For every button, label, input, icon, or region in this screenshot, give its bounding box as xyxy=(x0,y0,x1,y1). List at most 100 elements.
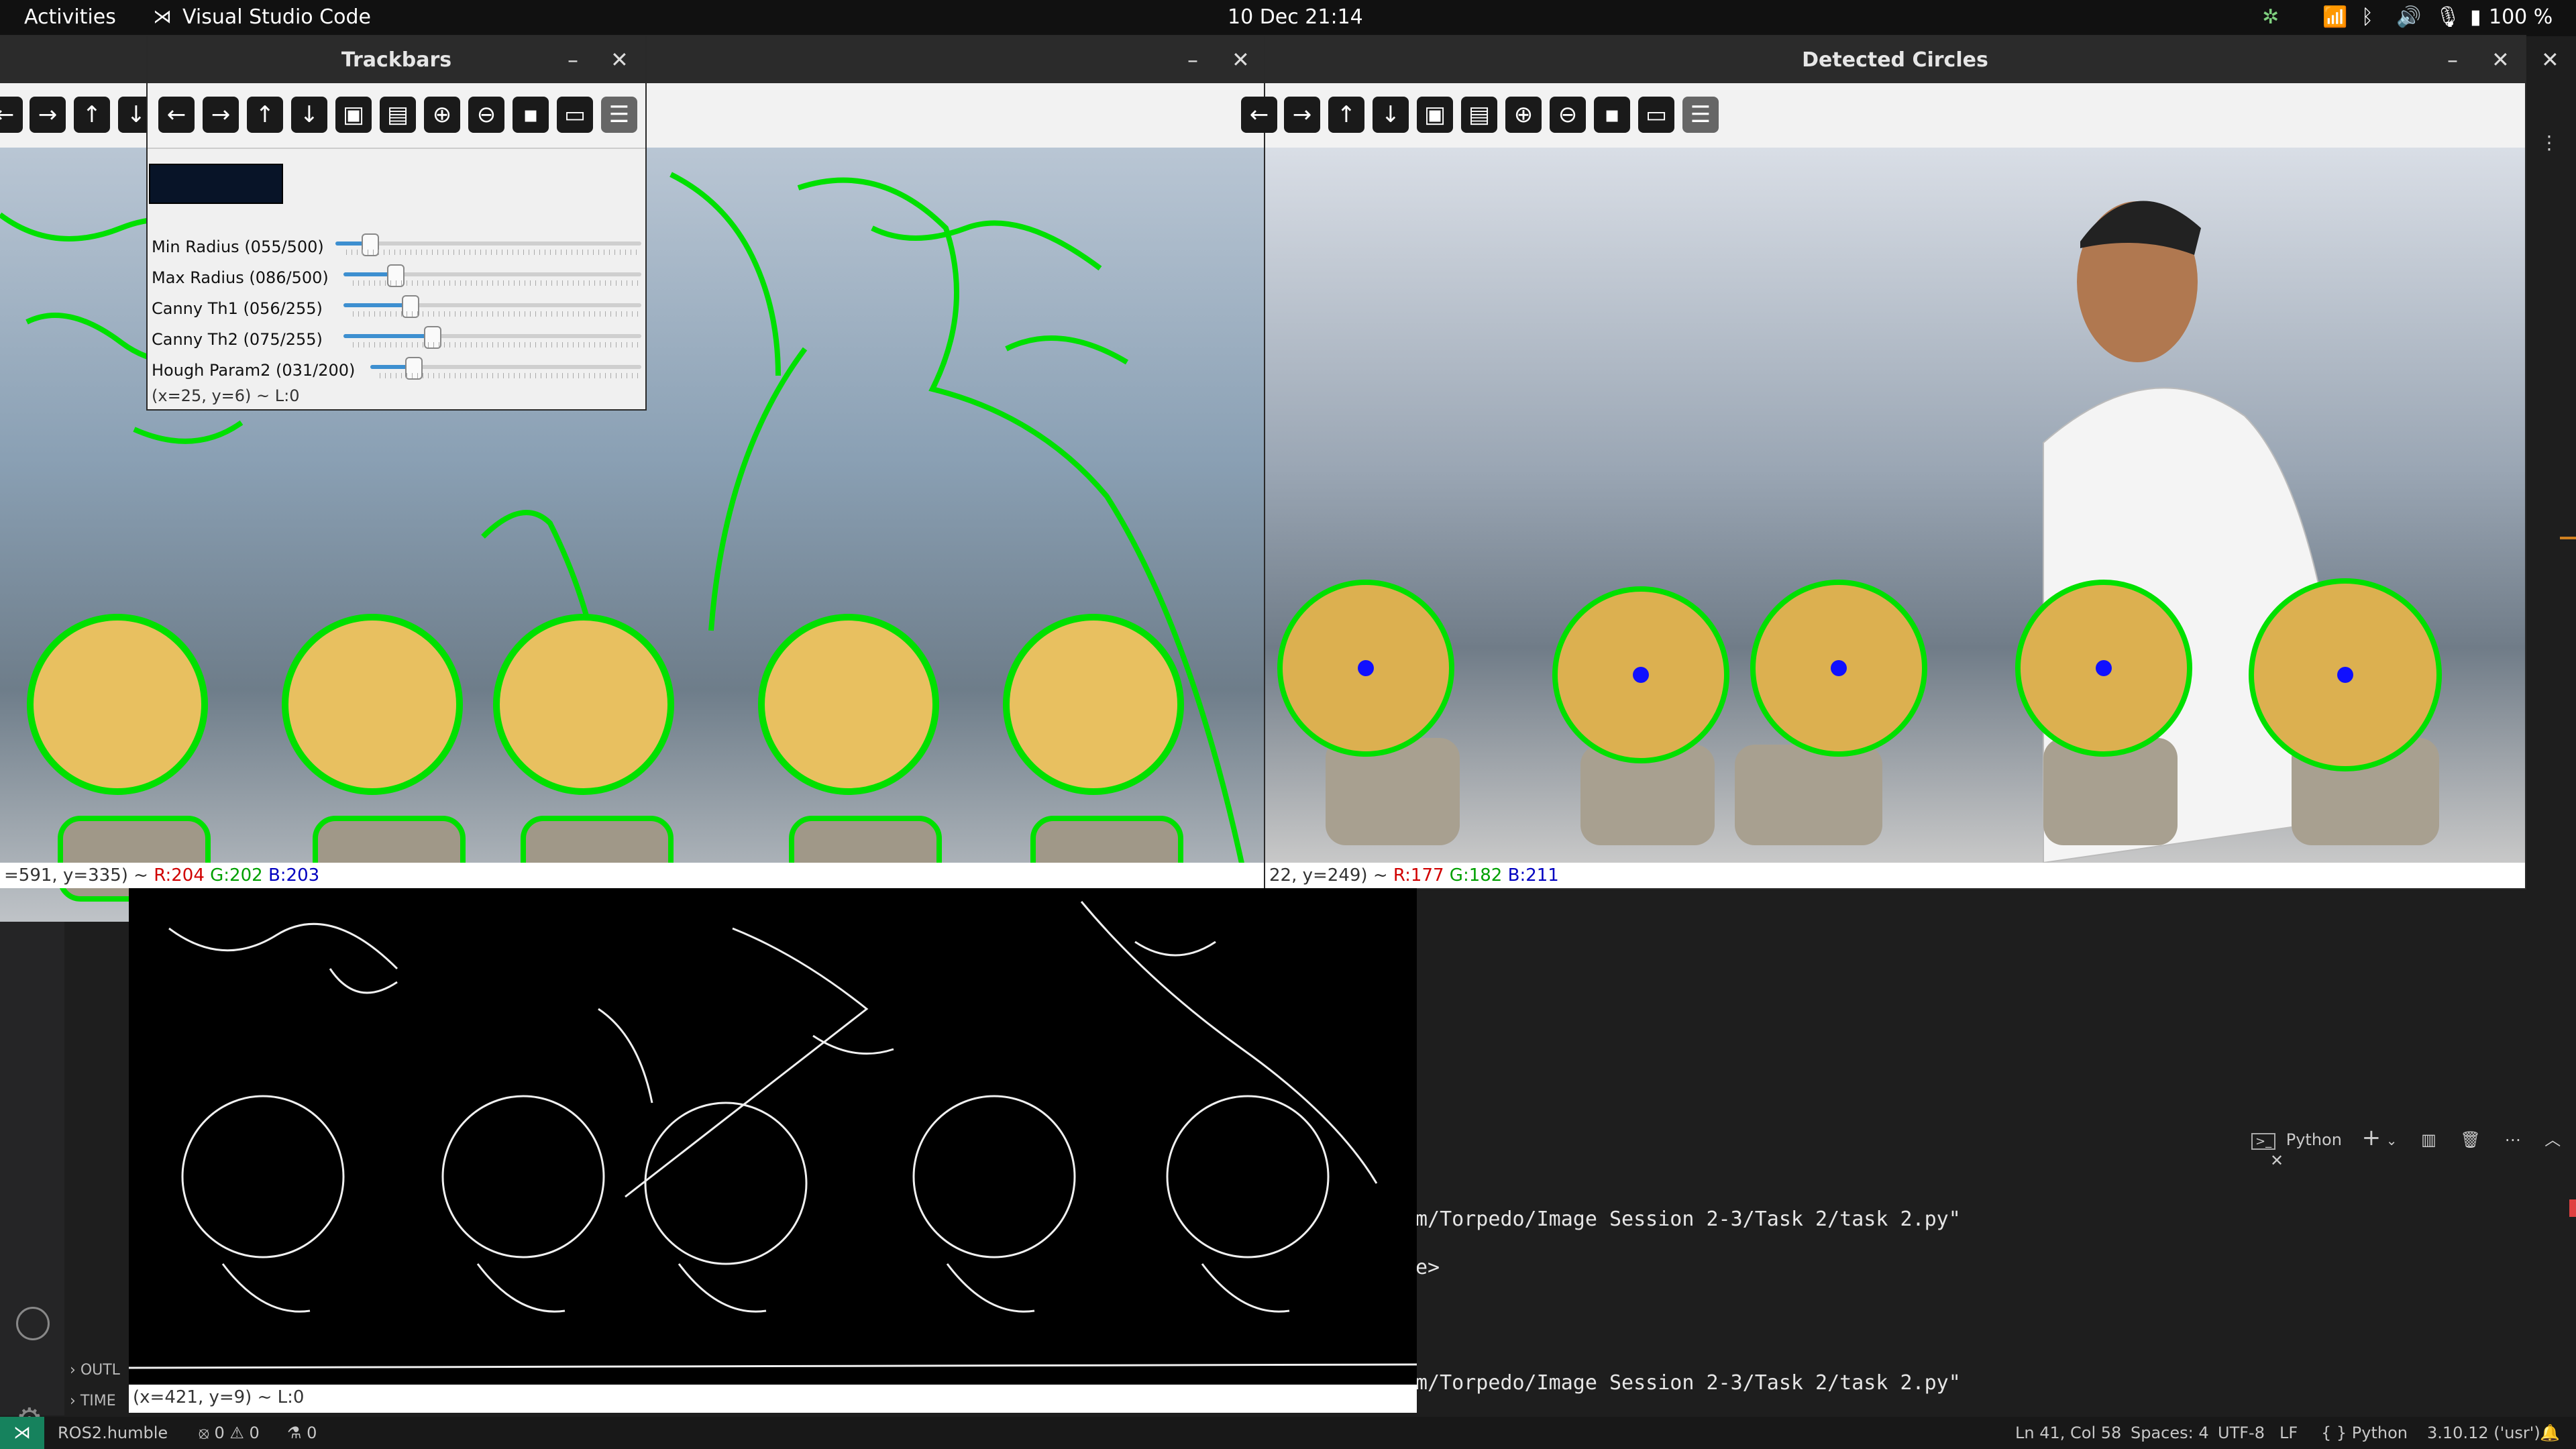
minimize-icon[interactable]: – xyxy=(568,47,578,72)
account-icon[interactable] xyxy=(16,1307,50,1340)
slider-min-radius[interactable]: Min Radius (055/500) xyxy=(152,232,641,263)
trackbars-window: Trackbars – ✕ ← → ↑ ↓ ▣ ▤ ⊕ ⊖ ▪ ▭ ☰ Min … xyxy=(148,36,645,409)
volume-icon[interactable]: 🔊 xyxy=(2396,5,2421,29)
close-panel-icon[interactable]: ✕ xyxy=(2270,1151,2284,1170)
blue-value: B:211 xyxy=(1507,865,1559,885)
close-icon[interactable]: ✕ xyxy=(2491,47,2510,72)
copy-icon[interactable]: ▭ xyxy=(1638,97,1674,133)
slider-hough-param2[interactable]: Hough Param2 (031/200) xyxy=(152,356,641,386)
zoom-in-icon[interactable]: ⊕ xyxy=(424,97,460,133)
slider-canny-th2[interactable]: Canny Th2 (075/255) xyxy=(152,325,641,356)
pixel-info-bar: =591, y=335) ~ R:204 G:202 B:203 xyxy=(0,863,1265,888)
app-name[interactable]: Visual Studio Code xyxy=(182,5,371,29)
wifi-icon[interactable]: 📶 xyxy=(2322,5,2347,29)
zoom-fit-icon[interactable]: ▣ xyxy=(335,97,372,133)
properties-icon[interactable]: ☰ xyxy=(601,97,637,133)
zoom-original-icon[interactable]: ▤ xyxy=(1461,97,1497,133)
cursor-coords: 22, y=249) ~ xyxy=(1269,865,1393,885)
indentation[interactable]: Spaces: 4 xyxy=(2131,1424,2209,1442)
line-ending[interactable]: LF xyxy=(2279,1424,2298,1442)
close-icon[interactable]: ✕ xyxy=(610,47,629,72)
detection-drawing xyxy=(1277,201,2442,863)
problems-count[interactable]: ⦻ 0 ⚠ 0 xyxy=(199,1424,260,1442)
new-terminal-icon[interactable]: + xyxy=(2362,1124,2381,1151)
pan-left-icon[interactable]: ← xyxy=(0,97,23,133)
slider-track[interactable] xyxy=(343,295,641,318)
zoom-original-icon[interactable]: ▤ xyxy=(380,97,416,133)
slider-label: Hough Param2 (031/200) xyxy=(152,361,356,380)
outline-section[interactable]: › OUTL xyxy=(70,1362,120,1379)
copy-icon[interactable]: ▭ xyxy=(557,97,593,133)
remote-name[interactable]: ROS2.humble xyxy=(58,1424,168,1442)
zoom-out-icon[interactable]: ⊖ xyxy=(1550,97,1586,133)
more-icon[interactable]: ⋯ xyxy=(2505,1130,2521,1149)
slider-ticks xyxy=(353,342,641,347)
pan-down-icon[interactable]: ↓ xyxy=(1373,97,1409,133)
trackbars-status: (x=25, y=6) ~ L:0 xyxy=(152,386,300,405)
more-icon[interactable]: ⋮ xyxy=(2540,131,2559,154)
terminal-toolbar: >_ Python + ⌄ ▥ 🗑 ⋯ ︿ ✕ xyxy=(2251,1124,2576,1170)
slider-fill xyxy=(343,303,409,307)
slider-ticks xyxy=(353,280,641,286)
terminal-line: m/Torpedo/Image Session 2-3/Task 2/task … xyxy=(1415,1208,1961,1231)
activities-button[interactable]: Activities xyxy=(24,5,116,29)
zoom-fit-icon[interactable]: ▣ xyxy=(1417,97,1453,133)
slider-track[interactable] xyxy=(335,233,641,256)
maximize-panel-icon[interactable]: ︿ xyxy=(2544,1130,2561,1149)
trackbar-preview xyxy=(149,164,283,204)
close-icon[interactable]: ✕ xyxy=(1232,47,1250,72)
slider-label: Max Radius (086/500) xyxy=(152,268,329,287)
terminal-line: m/Torpedo/Image Session 2-3/Task 2/task … xyxy=(1415,1371,1961,1395)
slider-track[interactable] xyxy=(343,264,641,287)
notifications-icon[interactable]: 🔔 xyxy=(2540,1424,2560,1442)
save-icon[interactable]: ▪ xyxy=(513,97,549,133)
pan-up-icon[interactable]: ↑ xyxy=(247,97,283,133)
green-value: G:182 xyxy=(1449,865,1503,885)
vscode-app-icon: ⋊ xyxy=(153,5,172,28)
minimize-icon[interactable]: – xyxy=(2447,47,2458,72)
language-mode[interactable]: { } Python xyxy=(2321,1424,2408,1442)
terminal-tab-label[interactable]: Python xyxy=(2286,1130,2342,1149)
red-value: R:177 xyxy=(1393,865,1444,885)
zoom-in-icon[interactable]: ⊕ xyxy=(1505,97,1542,133)
cursor-position[interactable]: Ln 41, Col 58 xyxy=(2015,1424,2121,1442)
minimize-icon[interactable]: – xyxy=(1187,47,1198,72)
puzzle-icon[interactable]: ✲ xyxy=(2262,5,2279,29)
pan-right-icon[interactable]: → xyxy=(30,97,66,133)
slider-max-radius[interactable]: Max Radius (086/500) xyxy=(152,263,641,294)
save-icon[interactable]: ▪ xyxy=(1594,97,1630,133)
cursor-coords: =591, y=335) ~ xyxy=(4,865,154,885)
window-titlebar[interactable]: Detected Circles – ✕ xyxy=(1265,36,2525,83)
file-encoding[interactable]: UTF-8 xyxy=(2218,1424,2265,1442)
window-title: Detected Circles xyxy=(1802,48,1988,72)
split-terminal-icon[interactable]: ▥ xyxy=(2421,1130,2436,1149)
cursor-coords: (x=421, y=9) ~ L:0 xyxy=(133,1387,305,1407)
pan-up-icon[interactable]: ↑ xyxy=(74,97,110,133)
slider-track[interactable] xyxy=(370,357,641,380)
slider-track[interactable] xyxy=(343,326,641,349)
scrollbar-marker xyxy=(2569,1199,2576,1217)
pan-right-icon[interactable]: → xyxy=(203,97,239,133)
properties-icon[interactable]: ☰ xyxy=(1682,97,1719,133)
pan-right-icon[interactable]: → xyxy=(1284,97,1320,133)
battery-icon[interactable]: ▮ xyxy=(2470,5,2481,29)
pan-down-icon[interactable]: ↓ xyxy=(291,97,327,133)
trackbars-status-text: (x=25, y=6) ~ L:0 xyxy=(152,386,300,405)
python-interpreter[interactable]: 3.10.12 ('usr') xyxy=(2427,1424,2540,1442)
timeline-section[interactable]: › TIME xyxy=(70,1393,116,1409)
trash-icon[interactable]: 🗑 xyxy=(2460,1130,2480,1149)
slider-ticks xyxy=(380,373,641,378)
ports-count[interactable]: ⚗ 0 xyxy=(287,1424,317,1442)
bluetooth-icon[interactable]: ᛒ xyxy=(2361,5,2373,29)
chevron-down-icon[interactable]: ⌄ xyxy=(2386,1132,2398,1148)
clock[interactable]: 10 Dec 21:14 xyxy=(1228,5,1363,29)
slider-canny-th1[interactable]: Canny Th1 (056/255) xyxy=(152,294,641,325)
window-titlebar[interactable]: Trackbars – ✕ xyxy=(148,36,645,83)
microphone-icon[interactable]: 🎙 xyxy=(2435,5,2461,29)
zoom-out-icon[interactable]: ⊖ xyxy=(468,97,504,133)
pan-left-icon[interactable]: ← xyxy=(158,97,195,133)
close-icon[interactable]: ✕ xyxy=(2541,47,2559,72)
remote-indicator[interactable]: ⋊ xyxy=(0,1417,44,1449)
pan-left-icon[interactable]: ← xyxy=(1241,97,1277,133)
pan-up-icon[interactable]: ↑ xyxy=(1328,97,1364,133)
